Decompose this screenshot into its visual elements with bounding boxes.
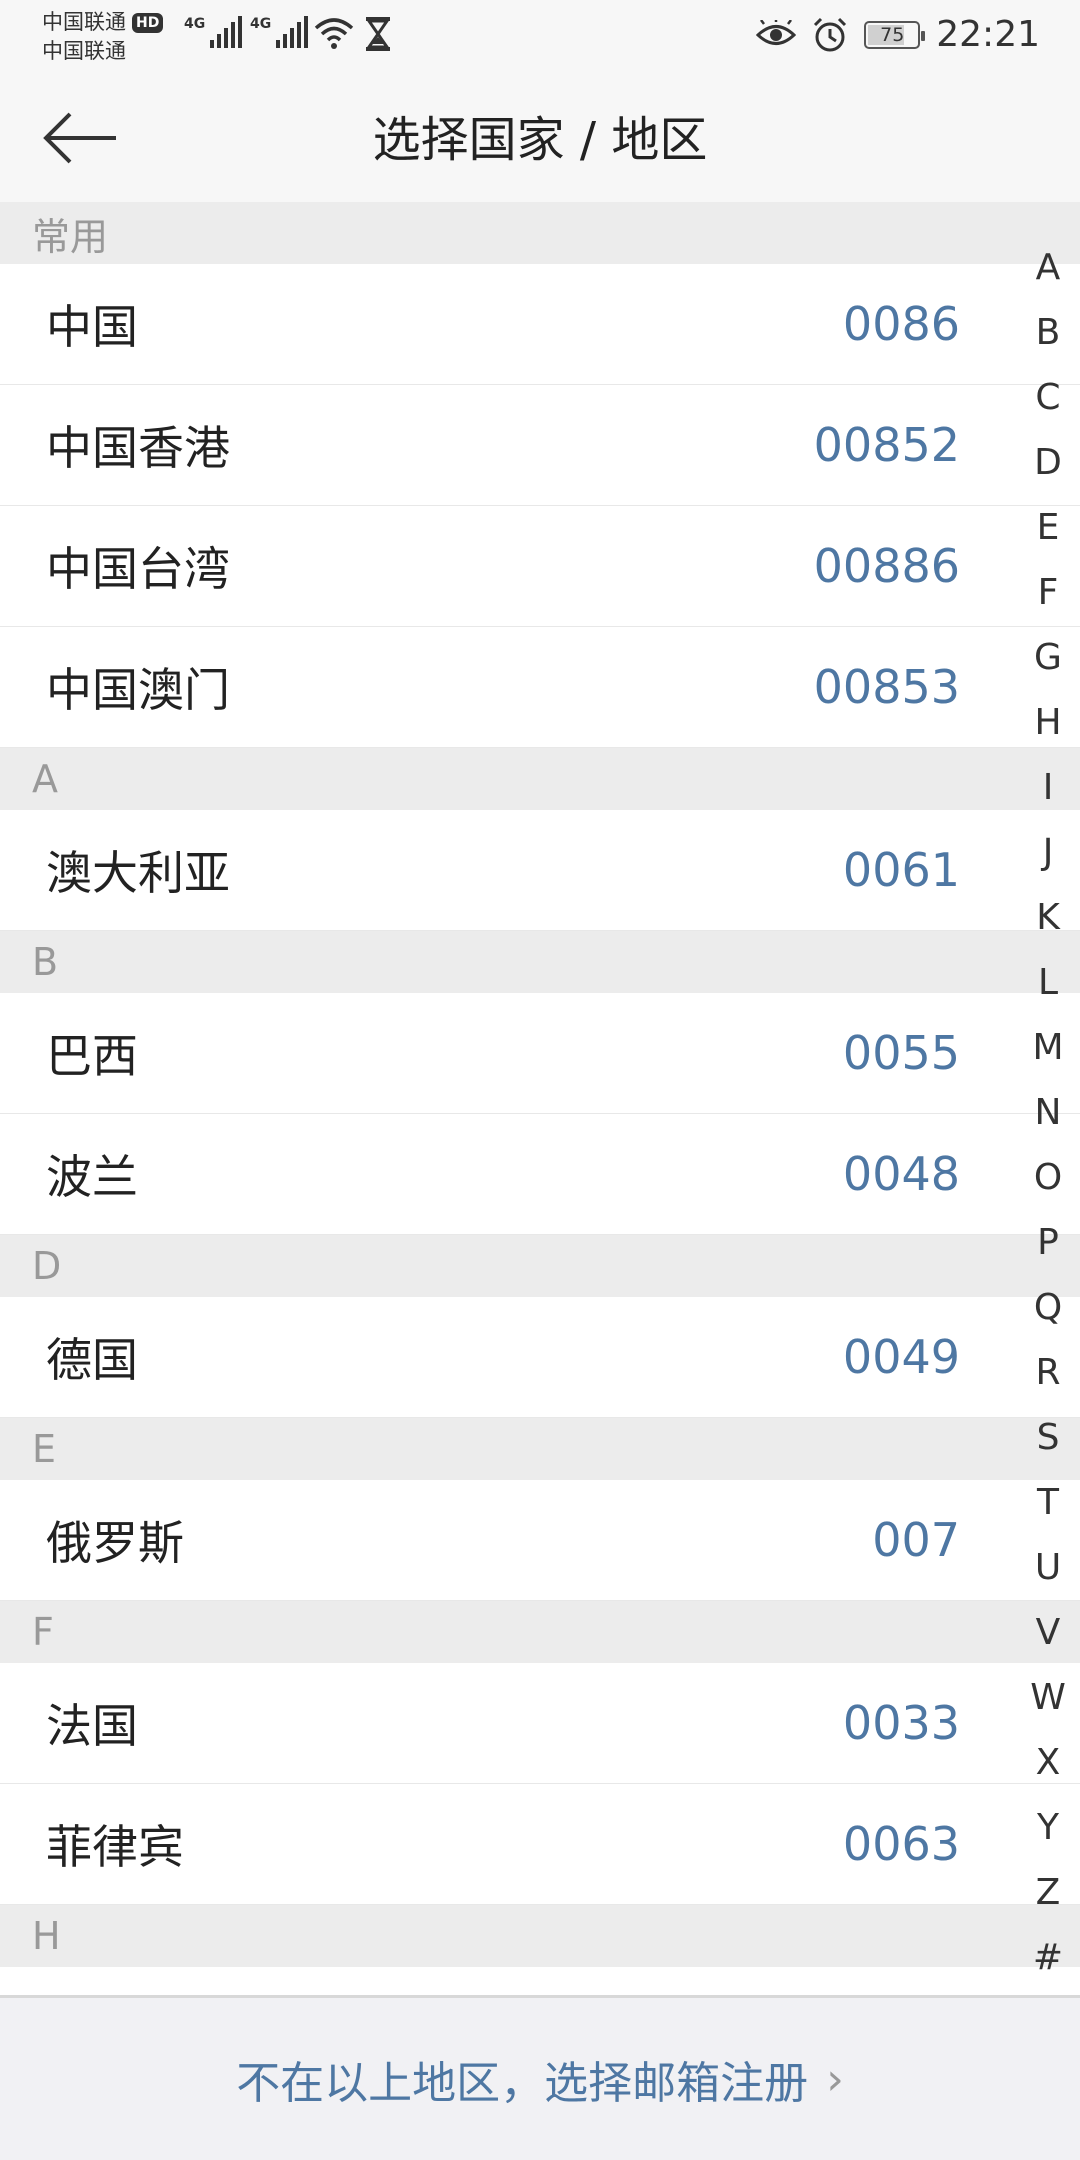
- chevron-right-icon: ›: [826, 2053, 844, 2105]
- index-letter[interactable]: K: [1016, 885, 1080, 950]
- country-row[interactable]: 德国 0049: [0, 1297, 1080, 1418]
- country-row[interactable]: 巴西 0055: [0, 993, 1080, 1114]
- country-row[interactable]: 俄罗斯 007: [0, 1480, 1080, 1601]
- page-title: 选择国家 / 地区: [372, 112, 708, 168]
- section-header: A: [0, 748, 1080, 810]
- country-code: 0033: [842, 1696, 960, 1750]
- index-letter[interactable]: W: [1016, 1665, 1080, 1730]
- index-letter[interactable]: R: [1016, 1340, 1080, 1405]
- index-letter[interactable]: H: [1016, 690, 1080, 755]
- index-letter[interactable]: U: [1016, 1535, 1080, 1600]
- country-code: 007: [872, 1513, 960, 1567]
- index-letter[interactable]: D: [1016, 430, 1080, 495]
- hourglass-icon: [366, 17, 390, 51]
- country-name: 法国: [46, 1699, 138, 1753]
- index-letter[interactable]: Y: [1016, 1795, 1080, 1860]
- index-letter[interactable]: Z: [1016, 1860, 1080, 1925]
- hd-badge: HD: [132, 13, 164, 33]
- country-row[interactable]: 澳大利亚 0061: [0, 810, 1080, 931]
- country-row[interactable]: 中国香港 00852: [0, 385, 1080, 506]
- country-name: 中国香港: [46, 421, 230, 475]
- country-code: 00852: [813, 418, 960, 472]
- country-code: 00853: [813, 660, 960, 714]
- index-letter[interactable]: V: [1016, 1600, 1080, 1665]
- index-letter[interactable]: B: [1016, 300, 1080, 365]
- index-letter[interactable]: L: [1016, 950, 1080, 1015]
- index-letter[interactable]: Q: [1016, 1275, 1080, 1340]
- signal-1-icon: 4G: [184, 16, 243, 48]
- index-letter[interactable]: I: [1016, 755, 1080, 820]
- alarm-icon: [814, 17, 847, 51]
- eye-comfort-icon: [756, 19, 797, 45]
- signal-2-icon: 4G: [250, 16, 309, 48]
- country-name: 俄罗斯: [46, 1516, 184, 1570]
- country-name: 菲律宾: [46, 1820, 184, 1874]
- index-letter[interactable]: #: [1016, 1925, 1080, 1990]
- section-header: D: [0, 1235, 1080, 1297]
- carrier-2: 中国联通: [42, 39, 126, 63]
- index-letter[interactable]: P: [1016, 1210, 1080, 1275]
- country-row[interactable]: 法国 0033: [0, 1663, 1080, 1784]
- battery-icon: 75: [864, 20, 926, 49]
- alphabet-index[interactable]: A B C D E F G H I J K L M N O P Q R S T U V W X Y Z #: [1016, 235, 1080, 1990]
- index-letter[interactable]: A: [1016, 235, 1080, 300]
- status-right: 75 22:21: [756, 14, 1040, 55]
- footer: 不在以上地区，选择邮箱注册 ›: [0, 1995, 1080, 2160]
- country-name: 中国澳门: [46, 663, 230, 717]
- country-name: 中国: [46, 300, 138, 354]
- email-register-label: 不在以上地区，选择邮箱注册: [236, 2058, 809, 2109]
- index-letter[interactable]: N: [1016, 1080, 1080, 1145]
- status-bar: 中国联通 HD 中国联通 4G 4G 75 22:21: [0, 0, 1080, 70]
- index-letter[interactable]: J: [1016, 820, 1080, 885]
- email-register-link[interactable]: 不在以上地区，选择邮箱注册 ›: [236, 2047, 844, 2111]
- clock: 22:21: [936, 14, 1040, 55]
- index-letter[interactable]: M: [1016, 1015, 1080, 1080]
- section-header: 常用: [0, 202, 1080, 264]
- section-header: B: [0, 931, 1080, 993]
- country-name: 中国台湾: [46, 542, 230, 596]
- country-name: 德国: [46, 1333, 138, 1387]
- country-code: 0048: [842, 1147, 960, 1201]
- country-name: 波兰: [46, 1150, 138, 1204]
- country-code: 0063: [842, 1817, 960, 1871]
- country-row[interactable]: 中国澳门 00853: [0, 627, 1080, 748]
- country-row[interactable]: 菲律宾 0063: [0, 1784, 1080, 1905]
- country-row[interactable]: 中国台湾 00886: [0, 506, 1080, 627]
- section-header: E: [0, 1418, 1080, 1480]
- country-list[interactable]: 常用 中国 0086 中国香港 00852 中国台湾 00886 中国澳门 00853 A 澳大利亚…: [0, 202, 1080, 1995]
- wifi-icon: [314, 18, 354, 49]
- country-code: 00886: [813, 539, 960, 593]
- battery-level: 75: [880, 23, 905, 46]
- index-letter[interactable]: G: [1016, 625, 1080, 690]
- country-code: 0055: [842, 1026, 960, 1080]
- section-header: F: [0, 1601, 1080, 1663]
- country-code: 0049: [842, 1330, 960, 1384]
- country-code: 0061: [842, 843, 960, 897]
- index-letter[interactable]: T: [1016, 1470, 1080, 1535]
- country-code: 0086: [842, 297, 960, 351]
- index-letter[interactable]: O: [1016, 1145, 1080, 1210]
- index-letter[interactable]: E: [1016, 495, 1080, 560]
- index-letter[interactable]: S: [1016, 1405, 1080, 1470]
- app-bar: 选择国家 / 地区: [0, 70, 1080, 202]
- country-name: 巴西: [46, 1029, 138, 1083]
- carrier-1: 中国联通: [42, 10, 126, 34]
- country-row[interactable]: 波兰 0048: [0, 1114, 1080, 1235]
- country-row[interactable]: 中国 0086: [0, 264, 1080, 385]
- index-letter[interactable]: F: [1016, 560, 1080, 625]
- index-letter[interactable]: C: [1016, 365, 1080, 430]
- country-name: 澳大利亚: [46, 846, 230, 900]
- section-header: H: [0, 1905, 1080, 1967]
- carrier-info: 中国联通 HD 中国联通: [42, 8, 164, 66]
- index-letter[interactable]: X: [1016, 1730, 1080, 1795]
